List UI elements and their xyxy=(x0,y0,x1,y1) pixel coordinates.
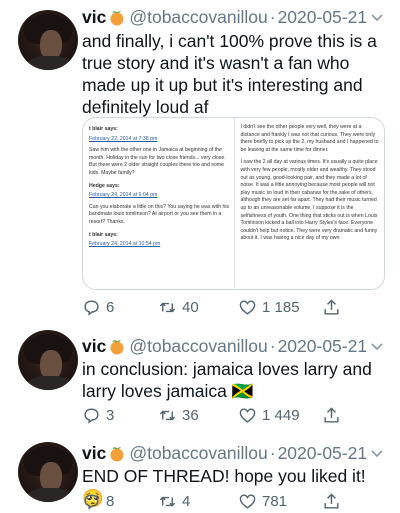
peach-emoji-icon xyxy=(110,340,124,355)
tweet-header: vic @tobaccovanillou · 2020-05-21 xyxy=(82,335,367,357)
comment-date: February 24, 2014 at 6:04 pm xyxy=(89,192,158,199)
share-icon xyxy=(324,492,339,509)
author-handle[interactable]: @tobaccovanillou xyxy=(129,443,267,464)
like-count: 1 185 xyxy=(262,298,300,316)
avatar[interactable] xyxy=(18,442,78,502)
share-button[interactable] xyxy=(322,406,346,425)
tweet-text: and finally, i can't 100% prove this is … xyxy=(82,31,377,117)
like-count: 1 449 xyxy=(262,406,300,424)
chevron-down-icon[interactable] xyxy=(370,10,384,24)
retweet-button[interactable]: 40 xyxy=(158,298,199,317)
like-icon xyxy=(239,493,256,509)
like-button[interactable]: 781 xyxy=(238,492,287,511)
reply-count: 3 xyxy=(106,406,115,424)
like-button[interactable]: 1 449 xyxy=(238,406,300,425)
avatar[interactable] xyxy=(18,10,78,70)
author-name[interactable]: vic xyxy=(82,7,106,28)
tweet-actions: 8 4 781 xyxy=(82,490,382,512)
comment-author: t blair says: xyxy=(89,231,118,238)
tweet-date[interactable]: 2020-05-21 xyxy=(278,336,368,357)
retweet-button[interactable]: 4 xyxy=(158,492,190,511)
tweet-actions: 6 40 1 185 xyxy=(82,296,382,318)
retweet-count: 40 xyxy=(182,298,199,316)
tweet-date[interactable]: 2020-05-21 xyxy=(278,443,368,464)
retweet-icon xyxy=(159,302,176,312)
comment-date: February 24, 2014 at 10:54 pm xyxy=(89,241,161,248)
media-right-column: I didn't see the other people very well,… xyxy=(233,118,385,289)
tweet-media-image[interactable]: t blair says: February 22, 2014 at 7:38 … xyxy=(82,117,385,290)
avatar[interactable] xyxy=(18,330,78,390)
separator-dot: · xyxy=(269,335,276,356)
separator-dot: · xyxy=(269,6,276,27)
share-icon xyxy=(324,298,339,315)
reply-button[interactable]: 3 xyxy=(82,406,114,425)
author-name[interactable]: vic xyxy=(82,336,106,357)
comment-author: Hedge says: xyxy=(89,182,120,189)
separator-dot: · xyxy=(269,442,276,463)
tweet-2[interactable]: vic @tobaccovanillou · 2020-05-21 in con… xyxy=(0,322,400,428)
reply-count: 6 xyxy=(106,298,115,316)
reply-icon xyxy=(84,493,99,510)
share-button[interactable] xyxy=(322,492,346,511)
media-left-column: t blair says: February 22, 2014 at 7:38 … xyxy=(83,118,234,289)
reply-count: 8 xyxy=(106,492,115,510)
tweet-actions: 3 36 1 449 xyxy=(82,404,382,426)
retweet-count: 4 xyxy=(182,492,191,510)
comment-body: Can you elaborate a little on this? You … xyxy=(89,203,230,225)
share-button[interactable] xyxy=(322,298,346,317)
retweet-icon xyxy=(159,410,176,420)
retweet-count: 36 xyxy=(182,406,199,424)
peach-emoji-icon xyxy=(110,11,124,26)
like-count: 781 xyxy=(262,492,288,510)
comment-date: February 22, 2014 at 7:38 pm xyxy=(89,135,158,142)
retweet-icon xyxy=(159,496,176,506)
like-button[interactable]: 1 185 xyxy=(238,298,300,317)
chevron-down-icon[interactable] xyxy=(370,339,384,353)
comment-body: Saw him with the other one in Jamaica at… xyxy=(89,147,226,176)
author-name[interactable]: vic xyxy=(82,443,106,464)
tweet-1[interactable]: vic @tobaccovanillou · 2020-05-21 and fi… xyxy=(0,0,400,322)
retweet-button[interactable]: 36 xyxy=(158,406,199,425)
like-icon xyxy=(239,299,256,315)
reply-button[interactable]: 8 xyxy=(82,492,114,511)
reply-icon xyxy=(84,299,99,316)
chevron-down-icon[interactable] xyxy=(370,446,384,460)
tweet-header: vic @tobaccovanillou · 2020-05-21 xyxy=(82,442,367,464)
comment-body: I didn't see the other people very well,… xyxy=(240,124,379,153)
reply-icon xyxy=(84,407,99,424)
peach-emoji-icon xyxy=(110,447,124,462)
tweet-date[interactable]: 2020-05-21 xyxy=(278,7,368,28)
comment-author: t blair says: xyxy=(89,126,118,132)
reply-button[interactable]: 6 xyxy=(82,298,114,317)
tweet-text: in conclusion: jamaica loves larry and l… xyxy=(82,359,372,401)
author-handle[interactable]: @tobaccovanillou xyxy=(129,336,267,357)
tweet-header: vic @tobaccovanillou · 2020-05-21 xyxy=(82,6,367,28)
author-handle[interactable]: @tobaccovanillou xyxy=(129,7,267,28)
share-icon xyxy=(324,406,339,423)
comment-body: I saw the 2 all day at various times. It… xyxy=(240,159,378,242)
tweet-3[interactable]: vic @tobaccovanillou · 2020-05-21 END OF… xyxy=(0,428,400,513)
like-icon xyxy=(239,407,256,423)
